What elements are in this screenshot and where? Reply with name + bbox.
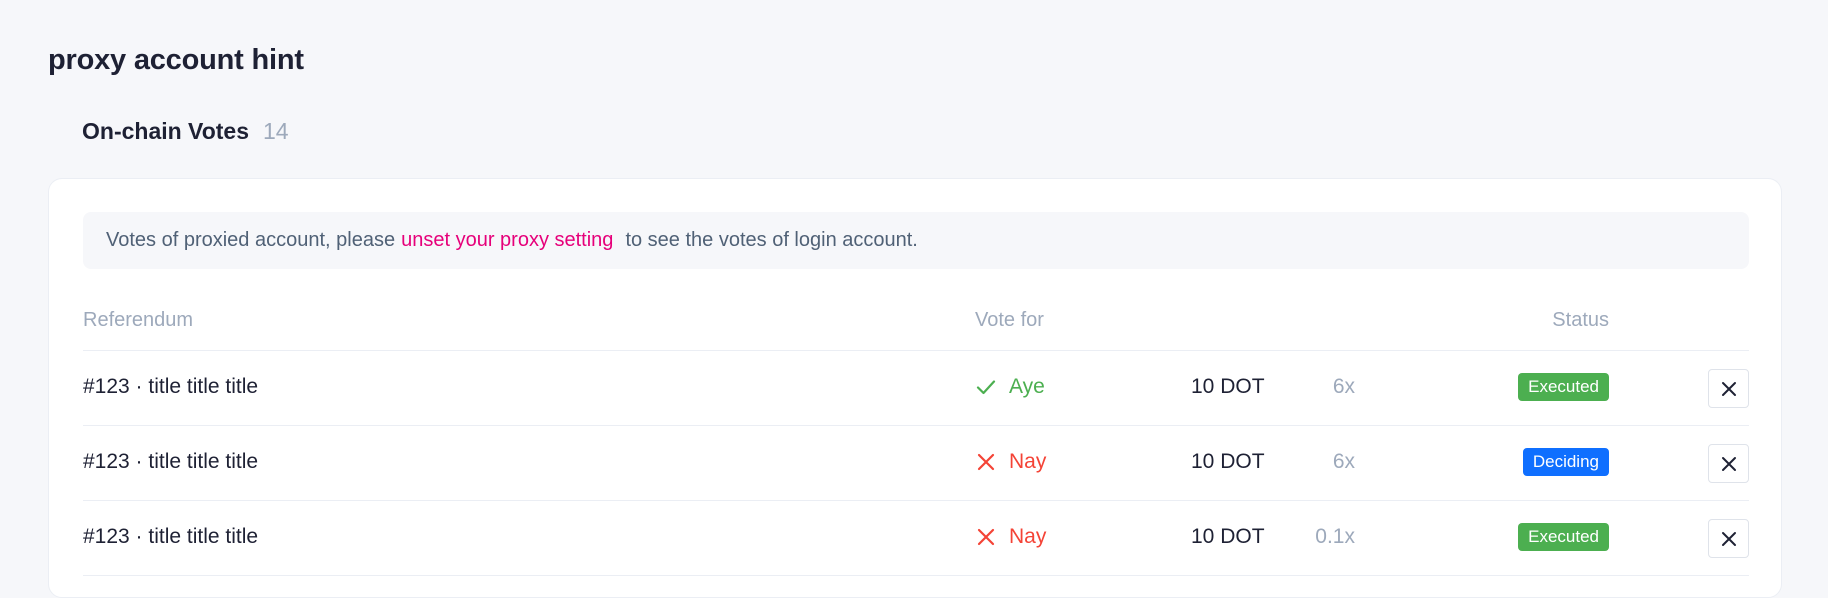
remove-vote-button-box[interactable] (1708, 519, 1749, 558)
close-icon (1721, 456, 1736, 471)
header-referendum: Referendum (83, 309, 194, 331)
vote-label: Nay (1009, 450, 1047, 473)
status-cell: Deciding (1522, 448, 1609, 476)
vote-amount: 10 DOT (1191, 375, 1265, 398)
vote-label: Nay (1009, 525, 1047, 548)
table-row: #123 · title title title Nay 10 DOT 6x D… (83, 426, 1749, 501)
referendum-link[interactable]: #123 · title title title (83, 450, 258, 474)
header-vote-for: Vote for (975, 309, 1044, 331)
remove-vote-button-box[interactable] (1708, 444, 1749, 483)
cross-icon (977, 528, 995, 546)
remove-vote-button[interactable] (1708, 444, 1749, 483)
remove-vote-button[interactable] (1708, 519, 1749, 558)
status-cell: Executed (1518, 523, 1609, 551)
vote-for: Nay (975, 450, 1046, 474)
vote-conviction: 0.1x (1315, 525, 1355, 548)
table-row: #123 · title title title Nay 10 DOT 0.1x… (83, 501, 1749, 576)
check-icon (976, 380, 996, 395)
vote-for: Aye (975, 375, 1045, 399)
remove-vote-button[interactable] (1708, 369, 1749, 408)
section-header: On-chain Votes 14 (82, 118, 289, 145)
referendum-link[interactable]: #123 · title title title (83, 525, 258, 549)
proxy-hint-banner: Votes of proxied account, please unset y… (83, 212, 1749, 269)
table-row: #123 · title title title Aye 10 DOT 6x E… (83, 351, 1749, 426)
vote-amount: 10 DOT (1191, 525, 1265, 548)
status-badge: Executed (1518, 373, 1609, 401)
status-badge: Deciding (1522, 448, 1609, 476)
remove-vote-button-box[interactable] (1708, 369, 1749, 408)
unset-proxy-link[interactable]: unset your proxy setting (401, 229, 613, 252)
status-badge: Executed (1518, 523, 1609, 551)
vote-for: Nay (975, 525, 1046, 549)
close-icon (1721, 381, 1736, 396)
page-title: proxy account hint (48, 44, 304, 76)
close-icon (1721, 531, 1736, 546)
votes-card: Votes of proxied account, please unset y… (48, 178, 1782, 598)
table-header: Referendum Vote for Status (83, 289, 1749, 351)
vote-conviction: 6x (1332, 375, 1355, 398)
referendum-link[interactable]: #123 · title title title (83, 375, 258, 399)
vote-conviction: 6x (1332, 450, 1355, 473)
votes-count: 14 (263, 118, 289, 144)
hint-prefix: Votes of proxied account, please (106, 229, 396, 251)
header-status: Status (1552, 309, 1609, 331)
vote-label: Aye (1009, 375, 1045, 398)
cross-icon (977, 453, 995, 471)
hint-suffix: to see the votes of login account. (625, 229, 918, 251)
section-title: On-chain Votes (82, 118, 249, 144)
status-cell: Executed (1518, 373, 1609, 401)
vote-amount: 10 DOT (1191, 450, 1265, 473)
